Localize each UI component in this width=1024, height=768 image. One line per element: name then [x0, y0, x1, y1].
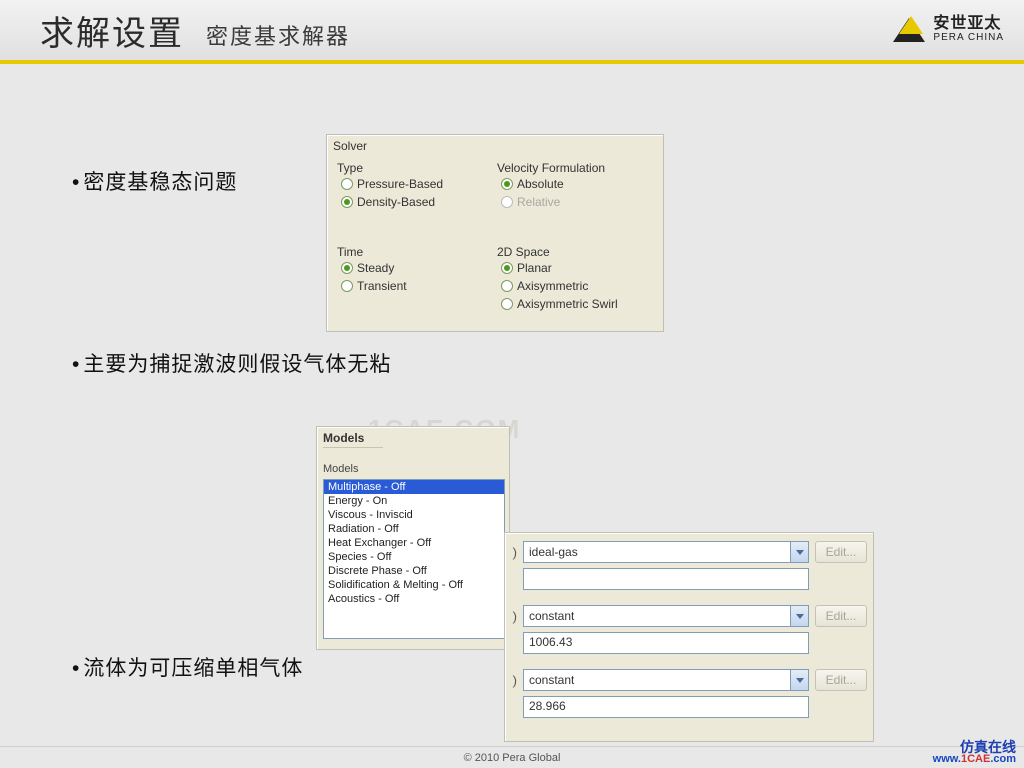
title-sub: 密度基求解器 [206, 19, 350, 51]
mw-value-field[interactable]: 28.966 [523, 696, 809, 718]
logo-en: PERA CHINA [933, 33, 1004, 44]
radio-density-based[interactable]: Density-Based [341, 195, 443, 209]
list-item[interactable]: Heat Exchanger - Off [324, 536, 504, 550]
models-list-label: Models [323, 463, 358, 475]
edit-button[interactable]: Edit... [815, 541, 867, 563]
list-item[interactable]: Multiphase - Off [324, 480, 504, 494]
time-options: Steady Transient [341, 261, 407, 293]
logo-cn: 安世亚太 [933, 16, 1004, 33]
list-item[interactable]: Solidification & Melting - Off [324, 578, 504, 592]
space-options: Planar Axisymmetric Axisymmetric Swirl [501, 261, 618, 311]
radio-axisymmetric-swirl[interactable]: Axisymmetric Swirl [501, 297, 618, 311]
density-method-combo[interactable]: ideal-gas [523, 541, 809, 563]
bullet-1-text: 密度基稳态问题 [83, 171, 237, 194]
title-main: 求解设置 [40, 6, 184, 55]
models-panel-title: Models [323, 431, 383, 448]
solver-panel: Solver Type Pressure-Based Density-Based… [326, 134, 664, 332]
paren-icon: ) [509, 673, 517, 688]
list-item[interactable]: Radiation - Off [324, 522, 504, 536]
bullet-3: •流体为可压缩单相气体 [72, 652, 303, 682]
bullet-2-text: 主要为捕捉激波则假设气体无粘 [83, 353, 391, 376]
combo-value: ideal-gas [529, 545, 578, 559]
radio-axisymmetric[interactable]: Axisymmetric [501, 279, 618, 293]
radio-planar[interactable]: Planar [501, 261, 618, 275]
radio-absolute[interactable]: Absolute [501, 177, 564, 191]
radio-pressure-based[interactable]: Pressure-Based [341, 177, 443, 191]
chevron-down-icon[interactable] [790, 606, 808, 626]
logo-triangle-icon [893, 18, 925, 42]
footer-brand-url: www.1CAE.com [933, 754, 1016, 766]
footer-brand-cn: 仿真在线 [933, 740, 1016, 755]
combo-value: constant [529, 609, 574, 623]
velocity-options: Absolute Relative [501, 177, 564, 209]
bullet-2: •主要为捕捉激波则假设气体无粘 [72, 348, 391, 378]
cp-method-combo[interactable]: constant [523, 605, 809, 627]
list-item[interactable]: Viscous - Inviscid [324, 508, 504, 522]
property-row-mw: ) constant Edit... [509, 669, 867, 691]
type-group-label: Type [337, 161, 363, 175]
models-listbox[interactable]: Multiphase - Off Energy - On Viscous - I… [323, 479, 505, 639]
edit-button[interactable]: Edit... [815, 669, 867, 691]
mw-method-combo[interactable]: constant [523, 669, 809, 691]
type-options: Pressure-Based Density-Based [341, 177, 443, 209]
materials-properties-panel: ) ideal-gas Edit... ) constant Edi [504, 532, 874, 742]
list-item[interactable]: Acoustics - Off [324, 592, 504, 606]
solver-panel-title: Solver [333, 139, 367, 153]
cp-value-field[interactable]: 1006.43 [523, 632, 809, 654]
property-row-cp: ) constant Edit... [509, 605, 867, 627]
radio-steady[interactable]: Steady [341, 261, 407, 275]
bullet-1: •密度基稳态问题 [72, 166, 237, 196]
models-panel: Models Models Multiphase - Off Energy - … [316, 426, 510, 650]
chevron-down-icon[interactable] [790, 542, 808, 562]
property-row-density: ) ideal-gas Edit... [509, 541, 867, 563]
footer-bar: © 2010 Pera Global 仿真在线 www.1CAE.com [0, 746, 1024, 768]
list-item[interactable]: Species - Off [324, 550, 504, 564]
combo-value: constant [529, 673, 574, 687]
paren-icon: ) [509, 545, 517, 560]
slide-header: 求解设置 密度基求解器 安世亚太 PERA CHINA [0, 0, 1024, 64]
list-item[interactable]: Discrete Phase - Off [324, 564, 504, 578]
list-item[interactable]: Energy - On [324, 494, 504, 508]
copyright-text: © 2010 Pera Global [464, 752, 561, 764]
slide-content: •密度基稳态问题 •主要为捕捉激波则假设气体无粘 •流体为可压缩单相气体 Sol… [0, 64, 1024, 746]
paren-icon: ) [509, 609, 517, 624]
chevron-down-icon[interactable] [790, 670, 808, 690]
radio-transient[interactable]: Transient [341, 279, 407, 293]
space-group-label: 2D Space [497, 245, 550, 259]
edit-button[interactable]: Edit... [815, 605, 867, 627]
density-value-field[interactable] [523, 568, 809, 590]
header-titles: 求解设置 密度基求解器 [40, 6, 350, 55]
velocity-group-label: Velocity Formulation [497, 161, 605, 175]
time-group-label: Time [337, 245, 363, 259]
radio-relative: Relative [501, 195, 564, 209]
bullet-3-text: 流体为可压缩单相气体 [83, 657, 303, 680]
brand-logo: 安世亚太 PERA CHINA [893, 16, 1004, 43]
footer-brand: 仿真在线 www.1CAE.com [933, 740, 1016, 766]
